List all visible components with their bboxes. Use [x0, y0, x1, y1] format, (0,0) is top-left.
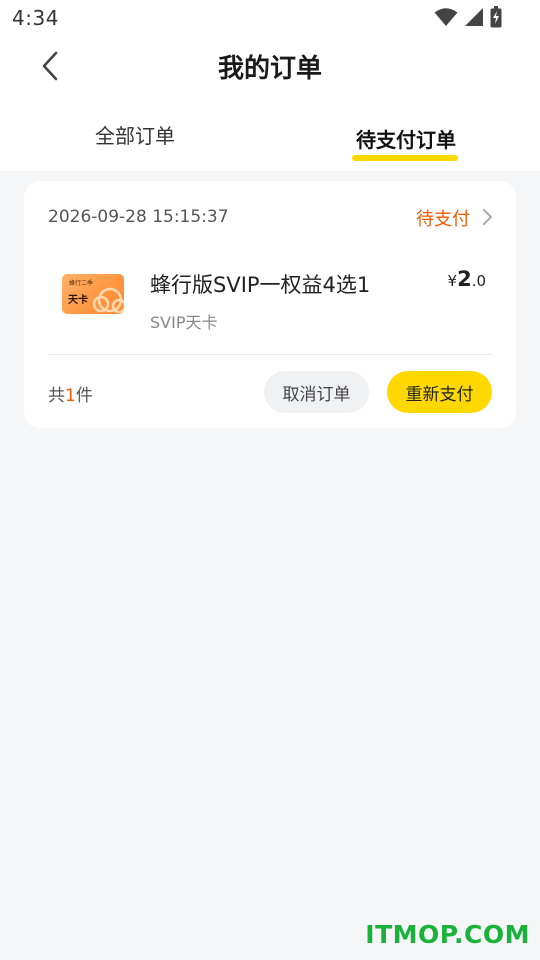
wifi-icon	[434, 7, 458, 27]
order-card[interactable]: 2026-09-28 15:15:37 待支付 蜂行二季 天卡 蜂行版SVIP一…	[24, 181, 516, 428]
battery-charging-icon	[490, 6, 502, 28]
order-status[interactable]: 待支付	[416, 205, 470, 231]
page-title: 我的订单	[217, 54, 322, 84]
product-name: 蜂行版SVIP一权益4选1	[150, 273, 371, 297]
item-count-prefix: 共	[48, 386, 65, 406]
product-thumbnail: 蜂行二季 天卡	[62, 274, 124, 314]
cancel-order-button[interactable]: 取消订单	[264, 371, 369, 413]
price-decimal: .0	[471, 272, 486, 290]
cloud-icon	[90, 280, 124, 314]
price-integer: 2	[457, 267, 472, 291]
status-time: 4:34	[12, 6, 59, 30]
order-time: 2026-09-28 15:15:37	[48, 207, 229, 227]
item-count-value: 1	[65, 386, 76, 406]
thumb-label: 天卡	[68, 295, 88, 306]
divider	[48, 354, 492, 355]
repay-button[interactable]: 重新支付	[387, 371, 492, 413]
product-price: ¥2.0	[448, 267, 486, 291]
tab-active-indicator	[352, 155, 458, 161]
tab-pending-orders[interactable]: 待支付订单	[345, 124, 467, 168]
signal-icon	[464, 7, 484, 27]
price-symbol: ¥	[447, 272, 458, 290]
item-count-suffix: 件	[75, 386, 93, 406]
tab-all-orders[interactable]: 全部订单	[85, 120, 185, 164]
chevron-right-icon	[480, 208, 494, 226]
status-icons	[434, 6, 502, 28]
product-subtitle: SVIP天卡	[150, 313, 218, 332]
item-count: 共1件	[48, 381, 93, 406]
watermark: ITMOP.COM	[365, 920, 530, 949]
